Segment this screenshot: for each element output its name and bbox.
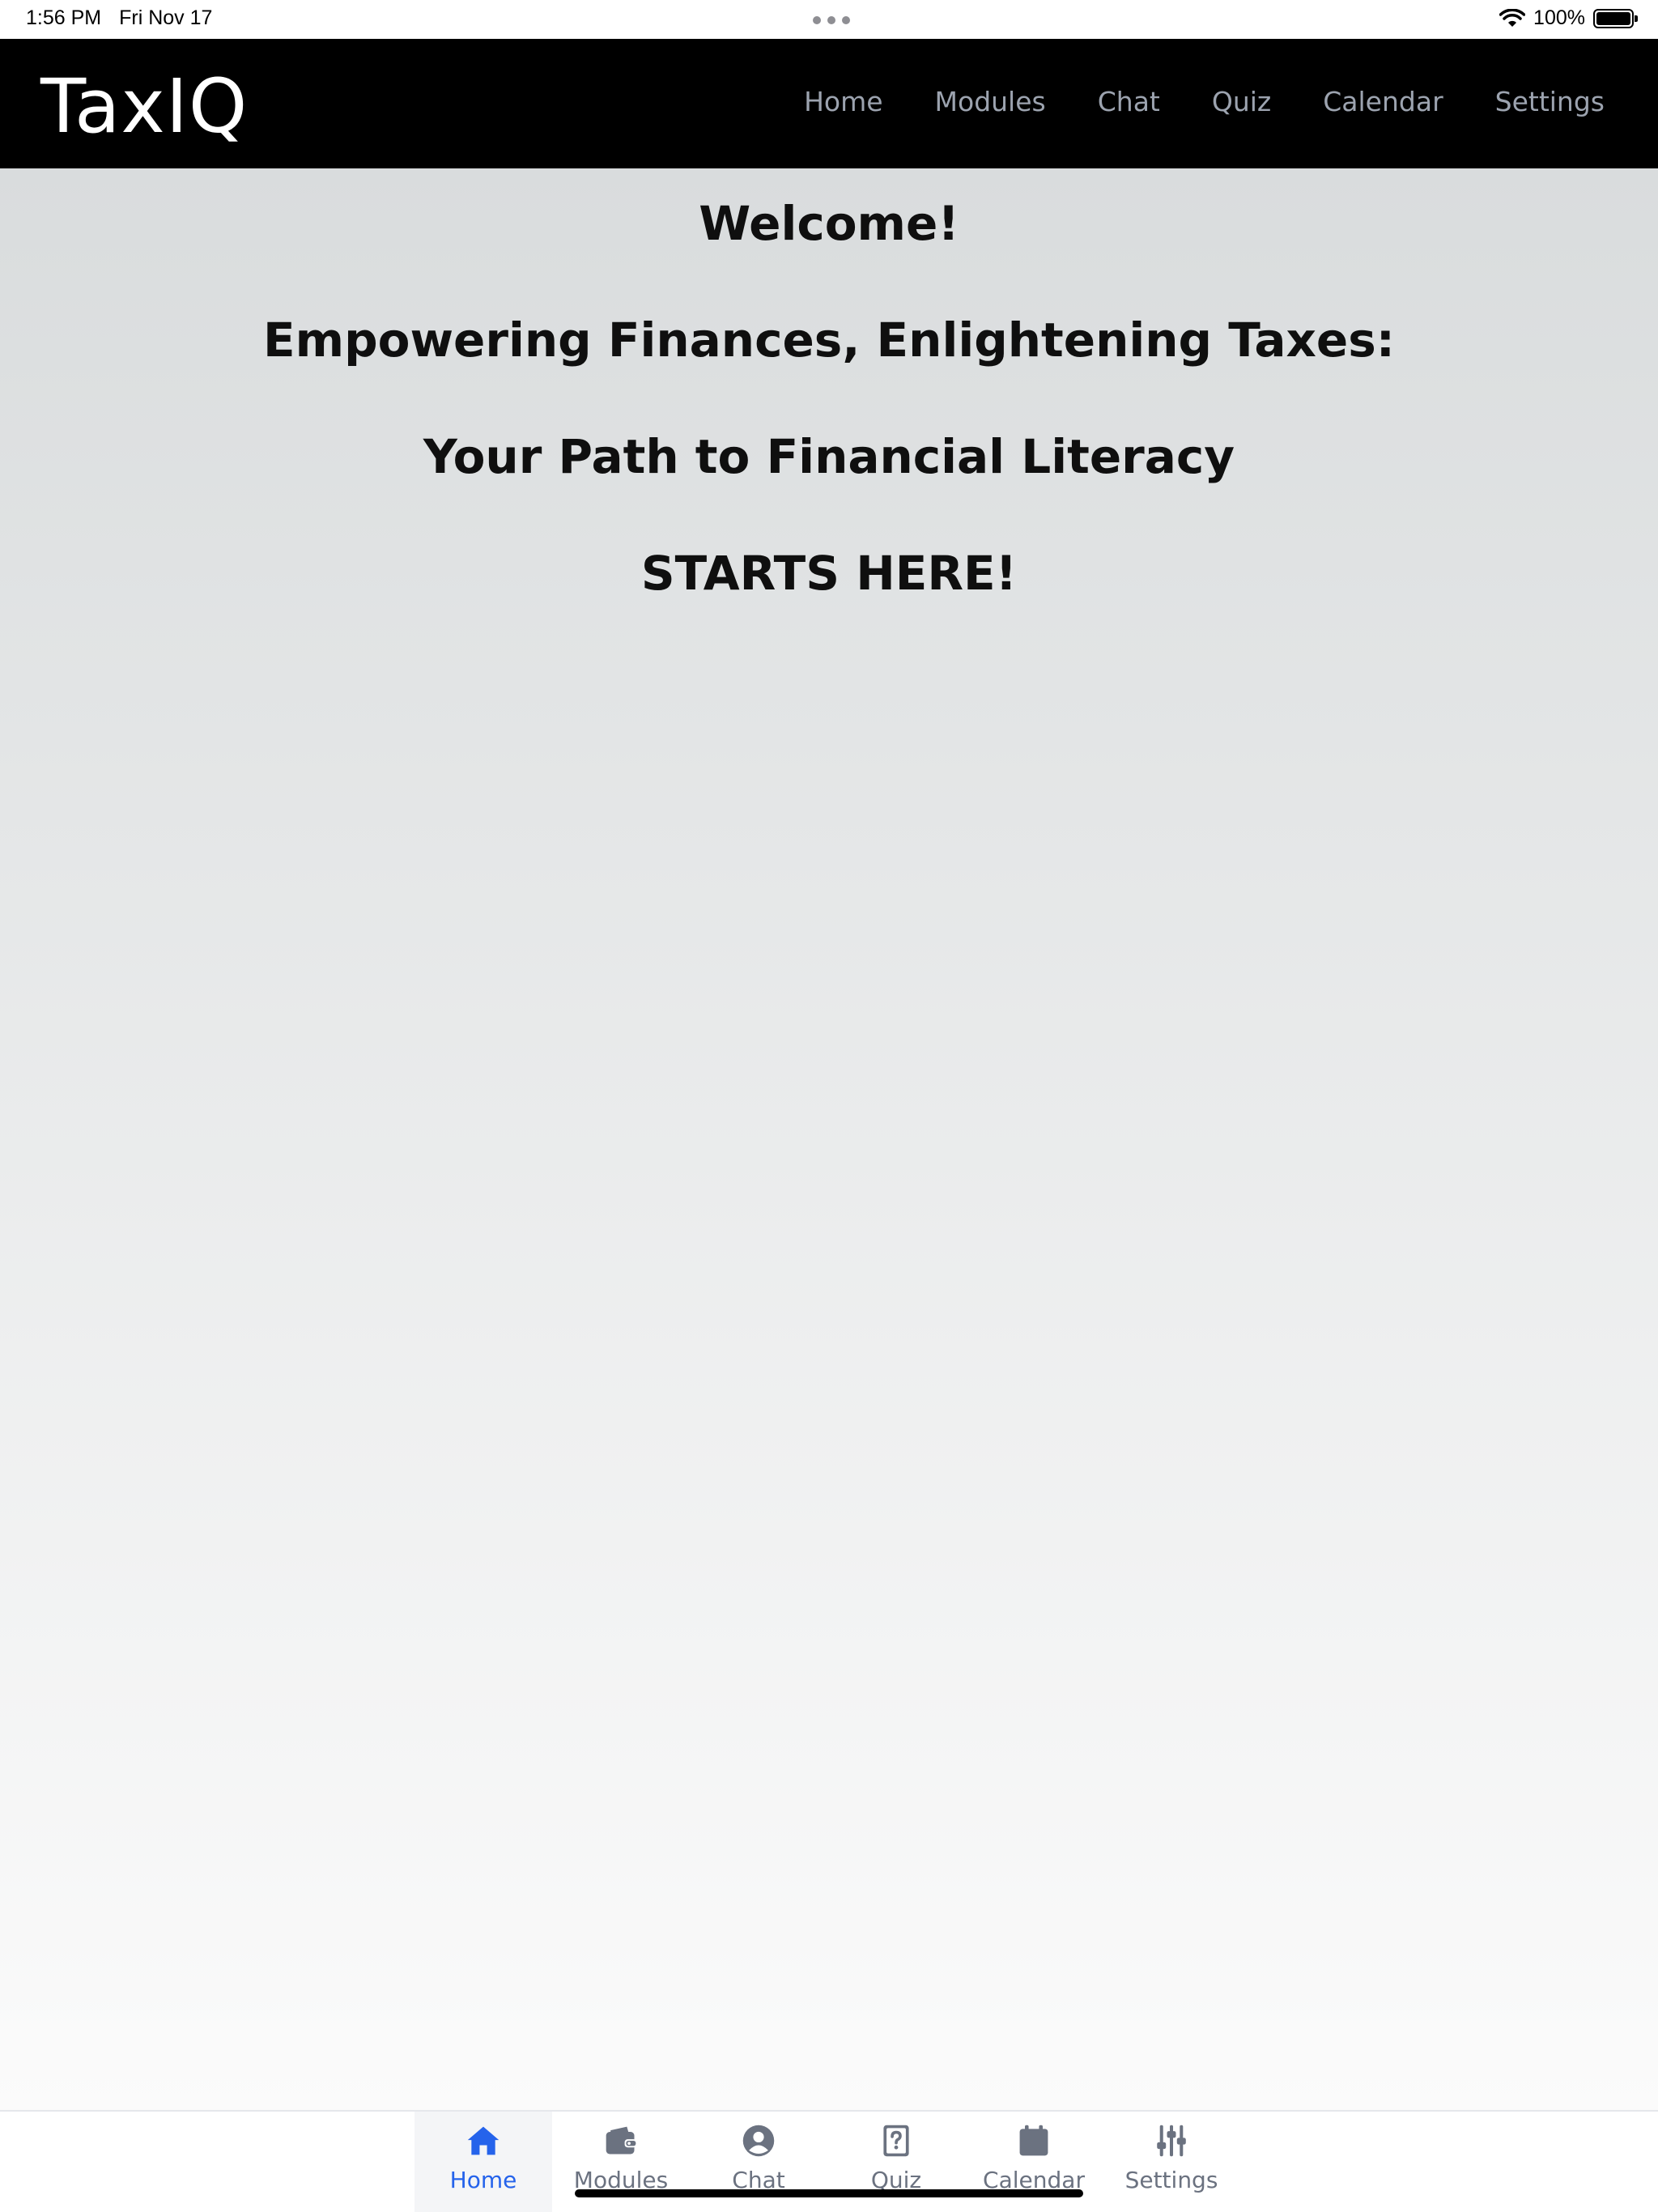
battery-fill xyxy=(1596,11,1630,25)
tab-settings[interactable]: Settings xyxy=(1103,2112,1240,2212)
battery-percent: 100% xyxy=(1533,6,1585,29)
status-date: Fri Nov 17 xyxy=(119,6,213,29)
top-nav-chat[interactable]: Chat xyxy=(1098,86,1160,117)
top-nav-home[interactable]: Home xyxy=(804,86,882,117)
main-content: Welcome! Empowering Finances, Enlighteni… xyxy=(0,168,1658,2110)
top-nav: Home Modules Chat Quiz Calendar Settings xyxy=(804,86,1605,117)
top-nav-calendar[interactable]: Calendar xyxy=(1323,86,1443,117)
tagline-cta: STARTS HERE! xyxy=(640,546,1018,601)
tagline-line-2: Your Path to Financial Literacy xyxy=(423,429,1235,484)
battery-icon xyxy=(1593,8,1638,28)
status-right: 100% xyxy=(1499,6,1638,30)
multitasking-dots-icon[interactable] xyxy=(813,16,850,24)
welcome-heading: Welcome! xyxy=(699,196,959,251)
question-icon xyxy=(883,2125,909,2157)
tab-settings-label: Settings xyxy=(1124,2167,1218,2193)
tab-home[interactable]: Home xyxy=(414,2112,552,2212)
wallet-icon xyxy=(606,2126,637,2155)
status-bar: 1:56 PM Fri Nov 17 100% xyxy=(0,0,1658,39)
status-left: 1:56 PM Fri Nov 17 xyxy=(26,6,212,30)
top-nav-quiz[interactable]: Quiz xyxy=(1212,86,1271,117)
home-icon xyxy=(467,2126,500,2155)
status-time: 1:56 PM xyxy=(26,6,102,29)
top-header: TaxIQ Home Modules Chat Quiz Calendar Se… xyxy=(0,39,1658,168)
top-nav-modules[interactable]: Modules xyxy=(935,86,1046,117)
calendar-icon xyxy=(1019,2125,1048,2156)
tagline-line-1: Empowering Finances, Enlightening Taxes: xyxy=(263,313,1395,368)
top-nav-settings[interactable]: Settings xyxy=(1495,86,1605,117)
sliders-icon xyxy=(1157,2125,1186,2157)
user-circle-icon xyxy=(742,2125,775,2157)
brand-logo[interactable]: TaxIQ xyxy=(40,63,248,150)
tab-home-label: Home xyxy=(449,2167,517,2193)
home-indicator[interactable] xyxy=(575,2189,1083,2197)
wifi-icon xyxy=(1499,8,1526,27)
